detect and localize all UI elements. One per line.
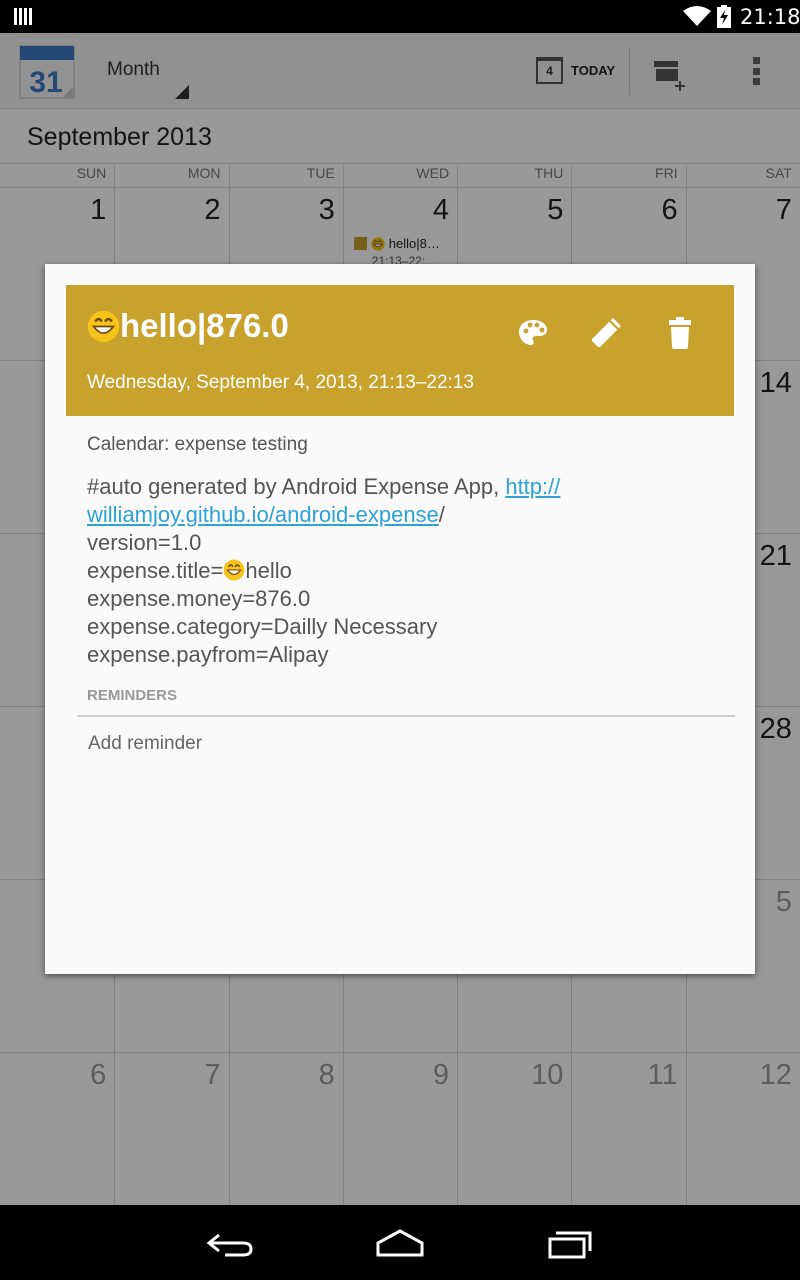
description-version: version=1.0 bbox=[87, 530, 202, 555]
event-datetime: Wednesday, September 4, 2013, 21:13–22:1… bbox=[87, 372, 474, 393]
description-payfrom: expense.payfrom=Alipay bbox=[87, 642, 329, 667]
description-text: / bbox=[438, 502, 445, 527]
description-text: #auto generated by Android Expense App, bbox=[87, 474, 506, 499]
change-color-button[interactable] bbox=[513, 313, 553, 353]
description-money: expense.money=876.0 bbox=[87, 586, 311, 611]
status-bar: 21:18 bbox=[0, 0, 800, 33]
description-title-value: hello bbox=[245, 558, 292, 583]
description-category: expense.category=Dailly Necessary bbox=[87, 614, 438, 639]
add-reminder-button[interactable]: Add reminder bbox=[88, 733, 202, 755]
description-title-key: expense.title= bbox=[87, 558, 224, 583]
calendar-name: Calendar: expense testing bbox=[87, 434, 308, 455]
trash-icon bbox=[669, 317, 691, 349]
event-details-dialog: hello|876.0 Wednesday, September 4, 2013… bbox=[45, 264, 755, 974]
event-title-text: hello|876.0 bbox=[120, 307, 289, 344]
navigation-bar bbox=[0, 1205, 800, 1280]
event-description: #auto generated by Android Expense App, … bbox=[87, 473, 707, 669]
battery-charging-icon bbox=[717, 5, 731, 28]
wifi-icon bbox=[683, 6, 711, 26]
event-header: hello|876.0 Wednesday, September 4, 2013… bbox=[66, 285, 734, 416]
edit-event-button[interactable] bbox=[586, 313, 626, 353]
delete-event-button[interactable] bbox=[660, 313, 700, 353]
event-title: hello|876.0 bbox=[87, 307, 289, 345]
pencil-icon bbox=[592, 318, 621, 347]
back-icon[interactable] bbox=[205, 1225, 255, 1261]
expense-app-link[interactable]: http:// bbox=[505, 474, 560, 499]
grin-emoji-icon bbox=[87, 310, 120, 342]
grin-emoji-icon bbox=[223, 559, 245, 581]
status-clock: 21:18 bbox=[740, 5, 800, 29]
reminders-section-label: REMINDERS bbox=[87, 687, 178, 704]
notification-icon bbox=[14, 8, 32, 25]
palette-icon bbox=[519, 320, 547, 345]
recents-icon[interactable] bbox=[546, 1225, 596, 1261]
expense-app-link-cont[interactable]: williamjoy.github.io/android-expense bbox=[87, 502, 439, 527]
reminders-divider bbox=[77, 715, 735, 717]
home-icon[interactable] bbox=[375, 1225, 425, 1261]
